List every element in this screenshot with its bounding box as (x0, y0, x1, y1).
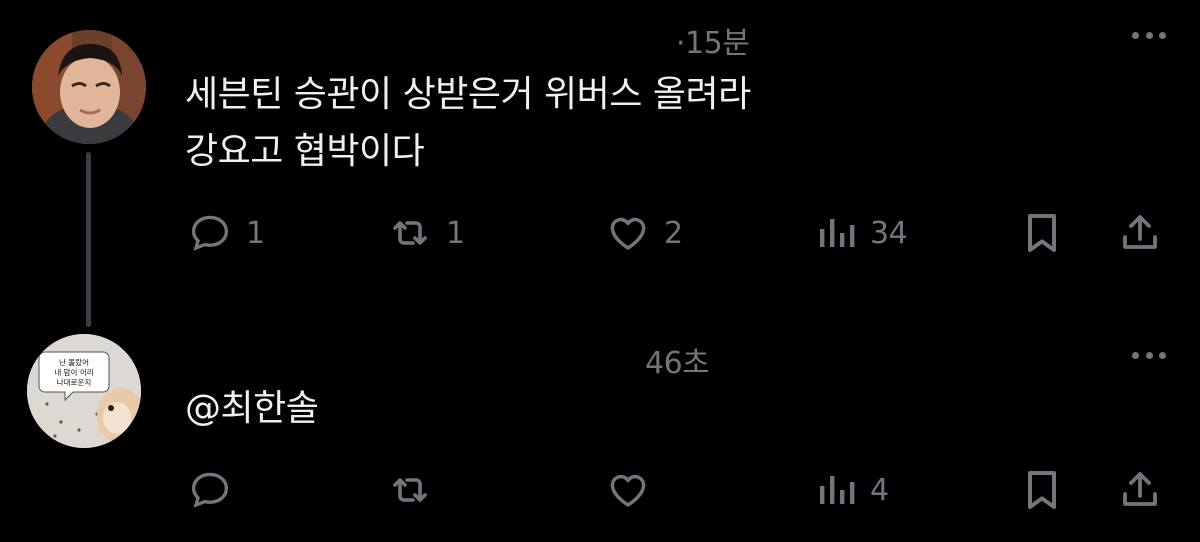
tweet-2[interactable]: 난 몰랐어 내 맘이 이리 나대로운지 46초 @최한솔 4 (0, 300, 1200, 542)
reply-button[interactable]: 1 (186, 208, 265, 258)
share-icon (1123, 215, 1157, 249)
reply-icon (191, 472, 229, 508)
more-options-icon[interactable] (1132, 350, 1166, 360)
views-button[interactable]: 4 (814, 465, 889, 515)
views-count: 4 (870, 472, 889, 508)
views-button[interactable]: 34 (814, 208, 908, 258)
tweet-text: @최한솔 (185, 388, 319, 429)
retweet-icon (393, 478, 427, 502)
avatar[interactable] (32, 30, 146, 144)
bookmark-icon (1028, 214, 1056, 252)
retweet-icon (393, 221, 427, 245)
timestamp[interactable]: ·15분 (676, 18, 750, 62)
retweet-button[interactable] (386, 465, 446, 515)
share-button[interactable] (1116, 465, 1164, 515)
retweet-count: 1 (446, 215, 465, 251)
tweet-text: 세븐틴 승관이 상받은거 위버스 올려라 강요고 협박이다 (185, 74, 751, 172)
views-icon (820, 219, 855, 247)
action-bar: 1 1 2 34 (0, 208, 1200, 258)
action-bar: 4 (0, 465, 1200, 515)
timestamp[interactable]: 46초 (645, 338, 710, 382)
tweet-1[interactable]: ·15분 세븐틴 승관이 상받은거 위버스 올려라 강요고 협박이다 1 1 2 (0, 0, 1200, 327)
like-button[interactable] (604, 465, 664, 515)
reply-count: 1 (246, 215, 265, 251)
like-button[interactable]: 2 (604, 208, 683, 258)
reply-icon (191, 215, 229, 251)
svg-text:내 맘이 이리: 내 맘이 이리 (54, 367, 93, 377)
svg-text:난 몰랐어: 난 몰랐어 (59, 357, 89, 367)
heart-icon (610, 474, 646, 507)
bookmark-button[interactable] (1022, 208, 1062, 258)
avatar-portrait (32, 30, 146, 144)
bookmark-button[interactable] (1022, 465, 1062, 515)
like-count: 2 (664, 215, 683, 251)
avatar-hamster-meme: 난 몰랐어 내 맘이 이리 나대로운지 (27, 334, 141, 448)
svg-text:나대로운지: 나대로운지 (57, 378, 92, 387)
share-icon (1123, 472, 1157, 506)
views-count: 34 (870, 215, 908, 251)
share-button[interactable] (1116, 208, 1164, 258)
retweet-button[interactable]: 1 (386, 208, 465, 258)
heart-icon (610, 217, 646, 250)
bookmark-icon (1028, 471, 1056, 509)
more-options-icon[interactable] (1132, 30, 1166, 40)
avatar[interactable]: 난 몰랐어 내 맘이 이리 나대로운지 (27, 334, 141, 448)
views-icon (820, 476, 855, 504)
reply-button[interactable] (186, 465, 246, 515)
